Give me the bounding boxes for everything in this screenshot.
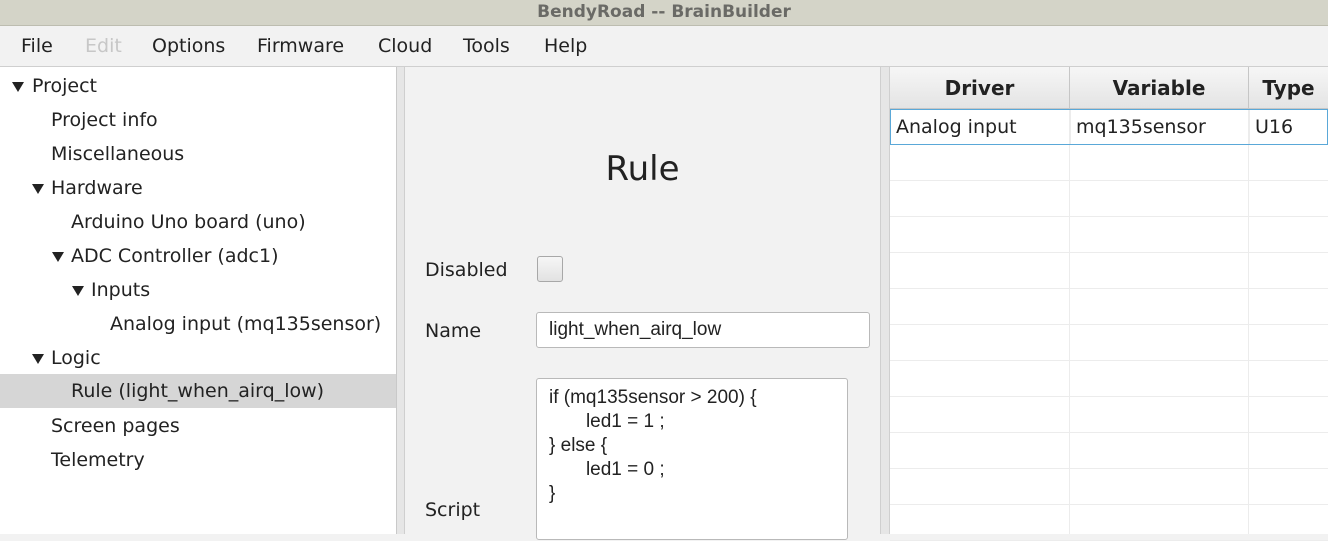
- table-cell-driver: Analog input: [896, 116, 1017, 138]
- project-tree[interactable]: Project Project info Miscellaneous Hardw…: [0, 67, 397, 534]
- table-row-empty: [890, 253, 1328, 289]
- split-pane-divider[interactable]: [880, 67, 890, 534]
- tree-item-label: Hardware: [51, 177, 143, 199]
- menu-cloud[interactable]: Cloud: [378, 26, 432, 66]
- table-row[interactable]: Analog input mq135sensor U16: [890, 109, 1328, 145]
- tree-item-rule[interactable]: Rule (light_when_airq_low): [0, 374, 396, 408]
- expand-triangle-icon[interactable]: [32, 171, 46, 205]
- menu-help[interactable]: Help: [544, 26, 587, 66]
- script-line: if (mq135sensor > 200) {: [549, 387, 757, 408]
- table-row-empty: [890, 289, 1328, 325]
- tree-item-hardware[interactable]: Hardware: [0, 171, 396, 205]
- menu-file[interactable]: File: [21, 26, 53, 66]
- script-line: }: [549, 483, 556, 504]
- menu-options[interactable]: Options: [152, 26, 225, 66]
- split-pane-divider[interactable]: [397, 67, 405, 534]
- tree-item-miscellaneous[interactable]: Miscellaneous: [0, 137, 396, 171]
- tree-item-logic[interactable]: Logic: [0, 341, 396, 375]
- window-title: BendyRoad -- BrainBuilder: [0, 0, 1328, 26]
- rule-editor-panel: Rule Disabled Name light_when_airq_low S…: [405, 67, 880, 540]
- name-input[interactable]: light_when_airq_low: [536, 312, 870, 348]
- tree-item-arduino-uno[interactable]: Arduino Uno board (uno): [0, 205, 396, 239]
- table-row-empty: [890, 145, 1328, 181]
- script-line: } else {: [549, 435, 608, 456]
- expand-triangle-icon[interactable]: [52, 239, 66, 273]
- disabled-checkbox[interactable]: [537, 256, 563, 282]
- script-line: led1 = 0 ;: [549, 459, 665, 480]
- tree-item-label: Logic: [51, 347, 101, 369]
- tree-item-inputs[interactable]: Inputs: [0, 273, 396, 307]
- tree-item-label: Analog input (mq135sensor): [110, 313, 382, 335]
- column-header-type[interactable]: Type: [1249, 67, 1328, 109]
- tree-item-label: Rule (light_when_airq_low): [71, 380, 325, 402]
- menu-firmware[interactable]: Firmware: [257, 26, 344, 66]
- tree-item-label: Telemetry: [51, 449, 145, 471]
- expand-triangle-icon[interactable]: [72, 273, 86, 307]
- table-row-empty: [890, 181, 1328, 217]
- table-row-empty: [890, 469, 1328, 505]
- column-header-driver[interactable]: Driver: [890, 67, 1070, 109]
- menu-tools[interactable]: Tools: [463, 26, 510, 66]
- tree-item-project-info[interactable]: Project info: [0, 103, 396, 137]
- tree-item-label: Project info: [51, 109, 158, 131]
- table-row-empty: [890, 433, 1328, 469]
- script-editor[interactable]: if (mq135sensor > 200) { led1 = 1 ; } el…: [536, 378, 848, 540]
- panel-title: Rule: [605, 149, 680, 189]
- tree-item-label: Screen pages: [51, 415, 180, 437]
- tree-item-label: Miscellaneous: [51, 143, 185, 165]
- tree-item-screen-pages[interactable]: Screen pages: [0, 409, 396, 443]
- name-label: Name: [425, 320, 482, 342]
- table-row-empty: [890, 397, 1328, 433]
- tree-item-label: Project: [32, 75, 98, 97]
- tree-item-project[interactable]: Project: [0, 69, 396, 103]
- table-row-empty: [890, 325, 1328, 361]
- script-line: led1 = 1 ;: [549, 411, 665, 432]
- table-row-empty: [890, 361, 1328, 397]
- expand-triangle-icon[interactable]: [32, 341, 46, 375]
- tree-item-analog-input[interactable]: Analog input (mq135sensor): [0, 307, 396, 341]
- disabled-label: Disabled: [425, 259, 508, 281]
- tree-item-telemetry[interactable]: Telemetry: [0, 443, 396, 477]
- tree-item-label: ADC Controller (adc1): [71, 245, 279, 267]
- tree-item-label: Arduino Uno board (uno): [71, 211, 306, 233]
- menu-edit: Edit: [85, 35, 122, 57]
- column-header-variable[interactable]: Variable: [1070, 67, 1249, 109]
- table-row-empty: [890, 217, 1328, 253]
- tree-item-label: Inputs: [91, 279, 151, 301]
- table-cell-variable: mq135sensor: [1070, 110, 1248, 144]
- menu-bar: File Edit Options Firmware Cloud Tools H…: [0, 26, 1328, 67]
- variables-table[interactable]: Driver Variable Type Analog input mq135s…: [890, 67, 1328, 541]
- script-label: Script: [425, 499, 481, 521]
- table-cell-type: U16: [1249, 110, 1327, 144]
- table-row-empty: [890, 505, 1328, 541]
- expand-triangle-icon[interactable]: [12, 69, 26, 103]
- tree-item-adc-controller[interactable]: ADC Controller (adc1): [0, 239, 396, 273]
